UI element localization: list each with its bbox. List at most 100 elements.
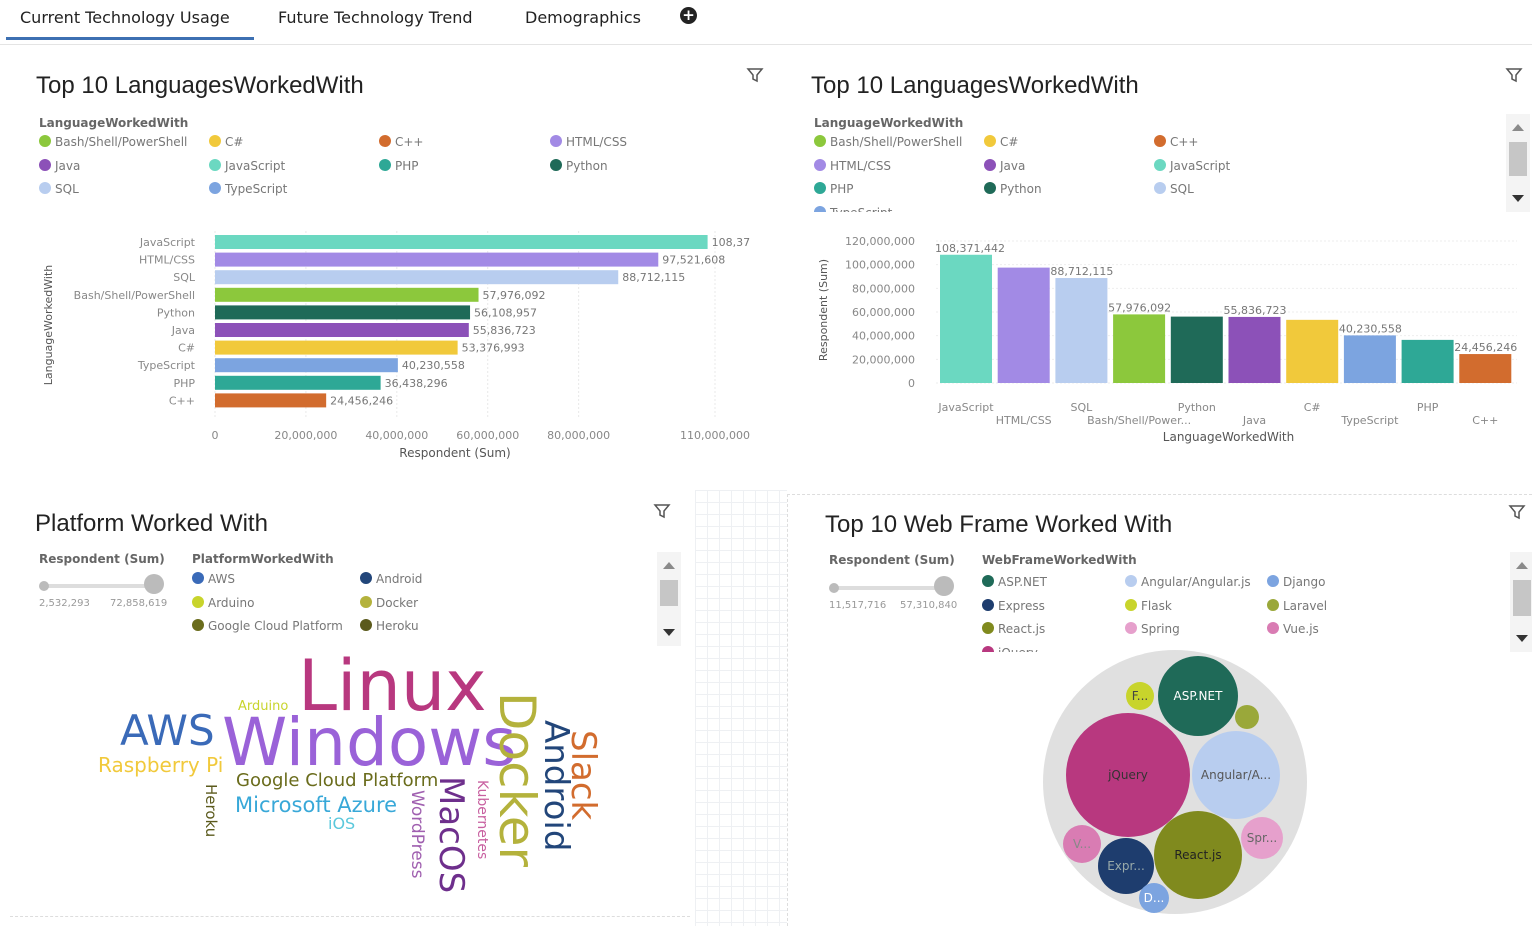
legend-item[interactable]: Vue.js	[1267, 622, 1319, 636]
bar[interactable]	[940, 254, 992, 383]
bar[interactable]	[1055, 278, 1108, 383]
legend-label: Java	[55, 159, 81, 173]
word[interactable]: Google Cloud Platform	[236, 770, 438, 791]
x-tick-label: 20,000,000	[274, 429, 337, 442]
legend-item[interactable]: PHP	[814, 182, 854, 196]
bar[interactable]	[215, 393, 327, 408]
bar[interactable]	[1228, 316, 1281, 383]
legend-swatch	[984, 135, 996, 147]
scroll-thumb[interactable]	[660, 580, 678, 606]
word[interactable]: MacOS	[431, 776, 471, 893]
legend-item[interactable]: Arduino	[192, 595, 254, 610]
legend-item[interactable]: Python	[984, 182, 1042, 196]
bar[interactable]	[215, 323, 469, 337]
bar[interactable]	[215, 305, 471, 320]
scroll-up-icon[interactable]	[1512, 124, 1524, 131]
legend-item[interactable]: Heroku	[360, 619, 419, 633]
legend-item[interactable]: TypeScript	[209, 182, 287, 196]
word[interactable]: AWS	[120, 706, 215, 755]
word[interactable]: Raspberry Pi	[98, 753, 223, 777]
word[interactable]: Kubernetes	[474, 780, 490, 859]
legend-item[interactable]: React.js	[982, 622, 1045, 636]
legend-item[interactable]: Spring	[1125, 622, 1180, 636]
bar[interactable]	[1170, 316, 1223, 383]
legend-item[interactable]: HTML/CSS	[550, 135, 627, 149]
bar[interactable]	[1286, 319, 1339, 383]
legend-item[interactable]: Bash/Shell/PowerShell	[39, 135, 187, 149]
word[interactable]: iOS	[328, 814, 355, 833]
legend-item[interactable]: SQL	[1154, 182, 1194, 196]
legend-item[interactable]: C#	[984, 135, 1018, 149]
bar[interactable]	[215, 340, 458, 355]
legend-item[interactable]: JavaScript	[1154, 158, 1230, 173]
scroll-up-icon[interactable]	[1516, 562, 1528, 569]
y-tick-label: Python	[157, 306, 195, 319]
panel-divider	[787, 494, 1532, 495]
word[interactable]: Heroku	[202, 784, 220, 837]
legend-item[interactable]: Express	[982, 598, 1045, 613]
legend-item[interactable]: ASP.NET	[982, 575, 1047, 589]
legend-item[interactable]: JavaScript	[209, 159, 285, 173]
add-tab-icon[interactable]: +	[680, 7, 697, 24]
legend-item[interactable]: TypeScript	[814, 205, 892, 212]
bar[interactable]	[215, 358, 398, 373]
word[interactable]: Arduino	[238, 699, 288, 714]
legend-scrollbar[interactable]	[1506, 114, 1530, 212]
bar[interactable]	[997, 267, 1050, 383]
legend-item[interactable]: HTML/CSS	[814, 158, 891, 173]
legend-viewport: ASP.NET Angular/Angular.js Django Express Fl…	[980, 572, 1480, 652]
legend-item[interactable]: AWS	[192, 572, 235, 586]
tab-demographics[interactable]: Demographics	[525, 8, 641, 27]
panel-title: Top 10 LanguagesWorkedWith	[811, 72, 1139, 99]
bar[interactable]	[1113, 314, 1166, 383]
legend-item[interactable]: Android	[360, 572, 422, 586]
legend-label: Laravel	[1283, 598, 1328, 613]
legend-item[interactable]: Java	[984, 158, 1025, 173]
bar[interactable]	[215, 252, 659, 267]
legend-item[interactable]: PHP	[379, 159, 419, 173]
scroll-thumb[interactable]	[1513, 580, 1531, 616]
x-tick-label: Python	[1178, 401, 1216, 414]
y-tick-label: 60,000,000	[852, 306, 915, 319]
scroll-up-icon[interactable]	[663, 562, 675, 569]
bar[interactable]	[1343, 335, 1396, 383]
word[interactable]: Microsoft Azure	[235, 793, 397, 817]
legend-item[interactable]: C++	[379, 135, 424, 149]
legend-item[interactable]: Bash/Shell/PowerShell	[814, 135, 962, 149]
x-tick-label: PHP	[1417, 401, 1439, 414]
legend-item[interactable]: Django	[1267, 575, 1326, 589]
bar[interactable]	[1401, 339, 1454, 383]
bar[interactable]	[215, 287, 479, 302]
legend-item[interactable]: Java	[39, 159, 80, 173]
word[interactable]: Slack	[563, 730, 603, 821]
legend-item[interactable]: C#	[209, 135, 243, 149]
x-tick-label: JavaScript	[937, 401, 994, 414]
legend-scrollbar[interactable]	[1510, 552, 1532, 652]
size-legend-track	[42, 584, 156, 588]
legend-item[interactable]: Google Cloud Platform	[192, 619, 343, 633]
bubble[interactable]	[1235, 705, 1259, 729]
legend-item[interactable]: Angular/Angular.js	[1125, 575, 1251, 589]
legend-item[interactable]: SQL	[39, 182, 79, 196]
legend-item[interactable]: Laravel	[1267, 598, 1328, 613]
tab-future-technology-trend[interactable]: Future Technology Trend	[278, 8, 473, 27]
filter-icon[interactable]	[1505, 66, 1523, 84]
scroll-down-icon[interactable]	[1516, 635, 1528, 642]
filter-icon[interactable]	[1508, 503, 1526, 521]
bar[interactable]	[215, 235, 708, 249]
legend-item[interactable]: Python	[550, 159, 608, 173]
bar[interactable]	[215, 270, 619, 285]
bar[interactable]	[1459, 354, 1512, 383]
legend-item[interactable]: C++	[1154, 135, 1199, 149]
scroll-thumb[interactable]	[1509, 142, 1527, 176]
scroll-down-icon[interactable]	[1512, 195, 1524, 202]
bar[interactable]	[215, 375, 381, 390]
scroll-down-icon[interactable]	[663, 629, 675, 636]
legend-scrollbar[interactable]	[657, 552, 681, 646]
filter-icon[interactable]	[653, 502, 671, 520]
legend-item[interactable]: Docker	[360, 595, 418, 610]
filter-icon[interactable]	[746, 66, 764, 84]
word[interactable]: WordPress	[407, 790, 427, 879]
tab-current-technology-usage[interactable]: Current Technology Usage	[6, 8, 254, 40]
legend-item[interactable]: Flask	[1125, 598, 1172, 613]
